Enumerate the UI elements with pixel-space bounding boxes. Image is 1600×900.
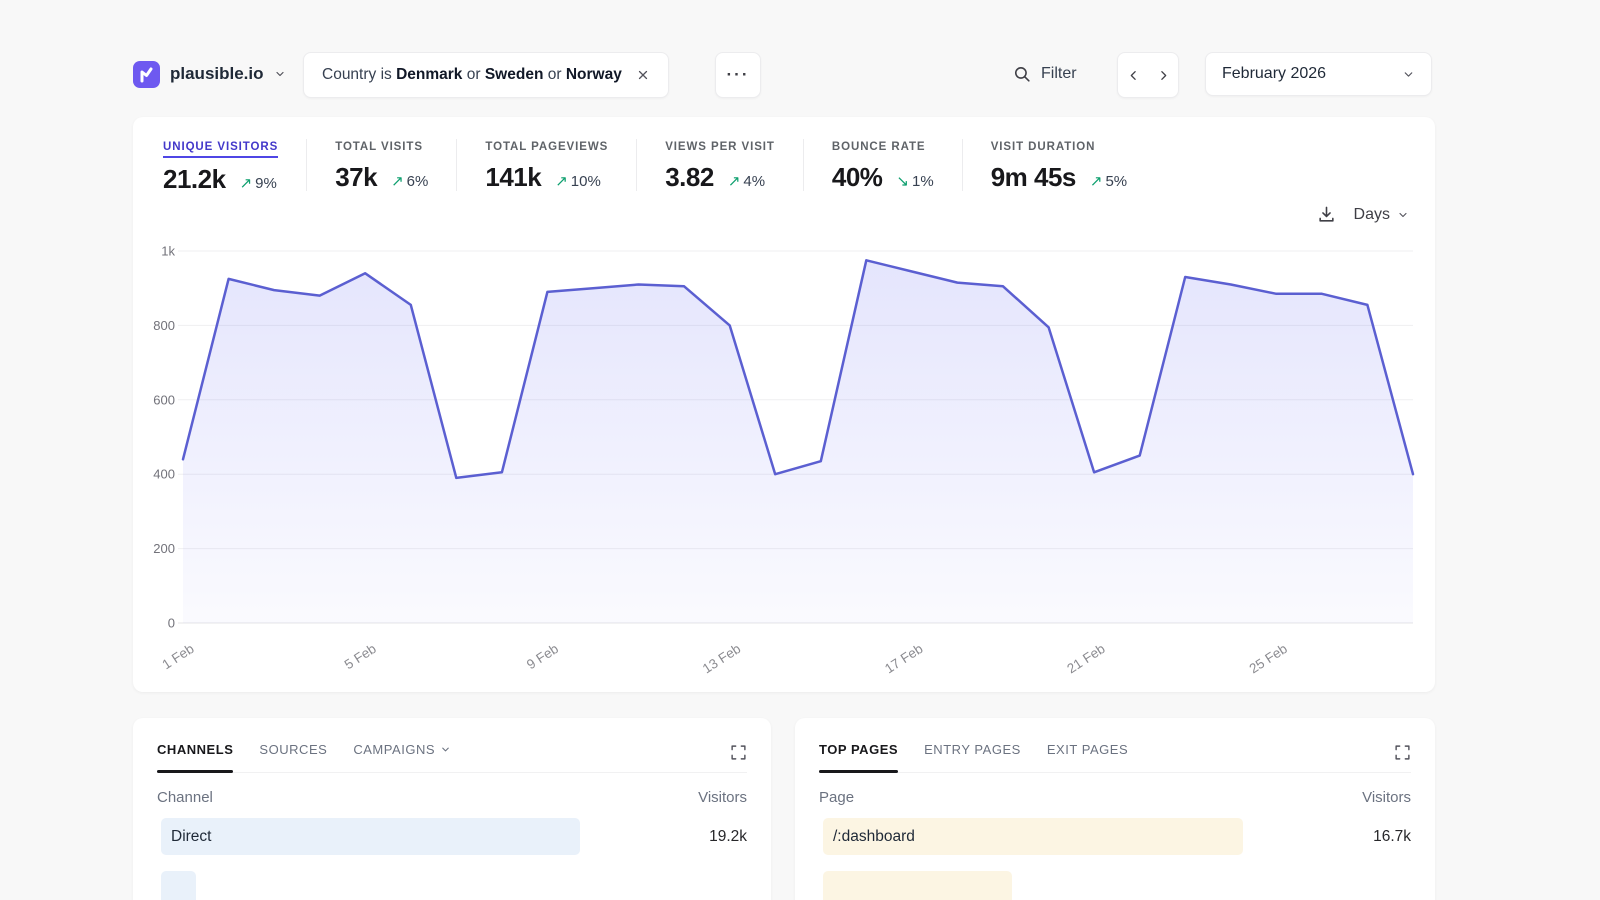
tab-exit-pages[interactable]: EXIT PAGES: [1047, 742, 1128, 772]
stat-unique-visitors[interactable]: UNIQUE VISITORS 21.2k ↗9%: [163, 137, 278, 195]
svg-text:17 Feb: 17 Feb: [882, 641, 925, 676]
tab-top-pages[interactable]: TOP PAGES: [819, 742, 898, 772]
expand-icon[interactable]: [1394, 742, 1411, 761]
pages-card: TOP PAGES ENTRY PAGES EXIT PAGES Page Vi…: [795, 718, 1435, 900]
tab-entry-pages[interactable]: ENTRY PAGES: [924, 742, 1021, 772]
column-header-page: Page: [819, 789, 854, 806]
tab-campaigns[interactable]: CAMPAIGNS: [353, 742, 451, 772]
page-visitors: 16.7k: [1373, 828, 1411, 846]
site-name: plausible.io: [170, 64, 264, 84]
svg-text:800: 800: [153, 318, 175, 333]
trend-down-icon: ↘: [896, 172, 909, 190]
stat-views-per-visit[interactable]: VIEWS PER VISIT 3.82 ↗4%: [665, 137, 775, 193]
row-bar: [161, 871, 196, 900]
channels-tabs: CHANNELS SOURCES CAMPAIGNS: [157, 742, 747, 773]
divider: [962, 139, 963, 191]
visitors-chart[interactable]: 0 200 400 600 800 1k 1 Feb 5 Feb 9 Feb 13 Feb 17 F…: [147, 237, 1421, 676]
svg-text:9 Feb: 9 Feb: [524, 641, 561, 672]
trend-up-icon: ↗: [728, 172, 741, 190]
search-icon: [1013, 65, 1032, 84]
date-range-picker[interactable]: February 2026: [1205, 52, 1432, 96]
chevron-down-icon: [274, 68, 286, 80]
chart-controls: Days: [1317, 205, 1409, 224]
top-stats: UNIQUE VISITORS 21.2k ↗9% TOTAL VISITS 3…: [163, 137, 1127, 195]
row-bar: [823, 871, 1012, 900]
plausible-logo-icon: [133, 61, 160, 88]
remove-filter-icon[interactable]: [636, 68, 650, 82]
tab-channels[interactable]: CHANNELS: [157, 742, 233, 772]
trend-up-icon: ↗: [1090, 172, 1103, 190]
site-switcher[interactable]: plausible.io: [133, 56, 286, 92]
svg-text:1 Feb: 1 Feb: [160, 641, 197, 672]
plausible-dashboard: plausible.io Country is Denmark or Swede…: [0, 0, 1600, 900]
chevron-down-icon: [1397, 209, 1409, 221]
row-bar: [161, 818, 580, 855]
filter-button[interactable]: Filter: [1005, 52, 1085, 96]
divider: [636, 139, 637, 191]
period-pager: [1117, 52, 1179, 98]
export-download-button[interactable]: [1317, 205, 1336, 224]
channels-card: CHANNELS SOURCES CAMPAIGNS Channel Visit…: [133, 718, 771, 900]
stat-total-visits[interactable]: TOTAL VISITS 37k ↗6%: [335, 137, 428, 193]
filter-button-label: Filter: [1041, 65, 1077, 83]
expand-icon[interactable]: [730, 742, 747, 761]
column-header-visitors: Visitors: [698, 789, 747, 806]
svg-text:1k: 1k: [161, 244, 175, 259]
channel-row-direct: Direct 19.2k: [157, 818, 747, 855]
divider: [803, 139, 804, 191]
channel-row-partial: [157, 871, 747, 900]
more-filters-button[interactable]: ···: [715, 52, 761, 98]
svg-text:5 Feb: 5 Feb: [342, 641, 379, 672]
stat-visit-duration[interactable]: VISIT DURATION 9m 45s ↗5%: [991, 137, 1127, 193]
visitors-panel: UNIQUE VISITORS 21.2k ↗9% TOTAL VISITS 3…: [133, 117, 1435, 692]
trend-up-icon: ↗: [391, 172, 404, 190]
svg-text:400: 400: [153, 467, 175, 482]
page-row-partial: [819, 871, 1411, 900]
svg-text:600: 600: [153, 392, 175, 407]
chevron-down-icon: [440, 744, 451, 755]
pages-tabs: TOP PAGES ENTRY PAGES EXIT PAGES: [819, 742, 1411, 773]
page-row-dashboard: /:dashboard 16.7k: [819, 818, 1411, 855]
trend-up-icon: ↗: [555, 172, 568, 190]
interval-label: Days: [1354, 206, 1390, 224]
visitors-chart-area: 0 200 400 600 800 1k 1 Feb 5 Feb 9 Feb 13 Feb 17 F…: [147, 237, 1421, 676]
stat-bounce-rate[interactable]: BOUNCE RATE 40% ↘1%: [832, 137, 934, 193]
svg-text:13 Feb: 13 Feb: [700, 641, 743, 676]
column-header-channel: Channel: [157, 789, 213, 806]
interval-dropdown[interactable]: Days: [1354, 206, 1409, 224]
filter-chip-text: Country is Denmark or Sweden or Norway: [322, 66, 622, 84]
stat-total-pageviews[interactable]: TOTAL PAGEVIEWS 141k ↗10%: [485, 137, 608, 193]
chevron-right-icon: [1157, 69, 1170, 82]
next-period-button[interactable]: [1148, 53, 1178, 97]
divider: [456, 139, 457, 191]
filter-chip-country[interactable]: Country is Denmark or Sweden or Norway: [303, 52, 669, 98]
previous-period-button[interactable]: [1118, 53, 1148, 97]
date-range-label: February 2026: [1222, 65, 1326, 83]
divider: [306, 139, 307, 191]
svg-text:25 Feb: 25 Feb: [1247, 641, 1290, 676]
channel-link[interactable]: Direct: [157, 828, 211, 846]
svg-text:21 Feb: 21 Feb: [1064, 641, 1107, 676]
svg-text:0: 0: [168, 616, 175, 631]
column-header-visitors: Visitors: [1362, 789, 1411, 806]
svg-text:200: 200: [153, 541, 175, 556]
chevron-left-icon: [1127, 69, 1140, 82]
download-icon: [1317, 205, 1336, 224]
trend-up-icon: ↗: [240, 174, 253, 192]
channel-visitors: 19.2k: [709, 828, 747, 846]
chevron-down-icon: [1402, 68, 1415, 81]
page-link[interactable]: /:dashboard: [819, 828, 915, 846]
tab-sources[interactable]: SOURCES: [259, 742, 327, 772]
